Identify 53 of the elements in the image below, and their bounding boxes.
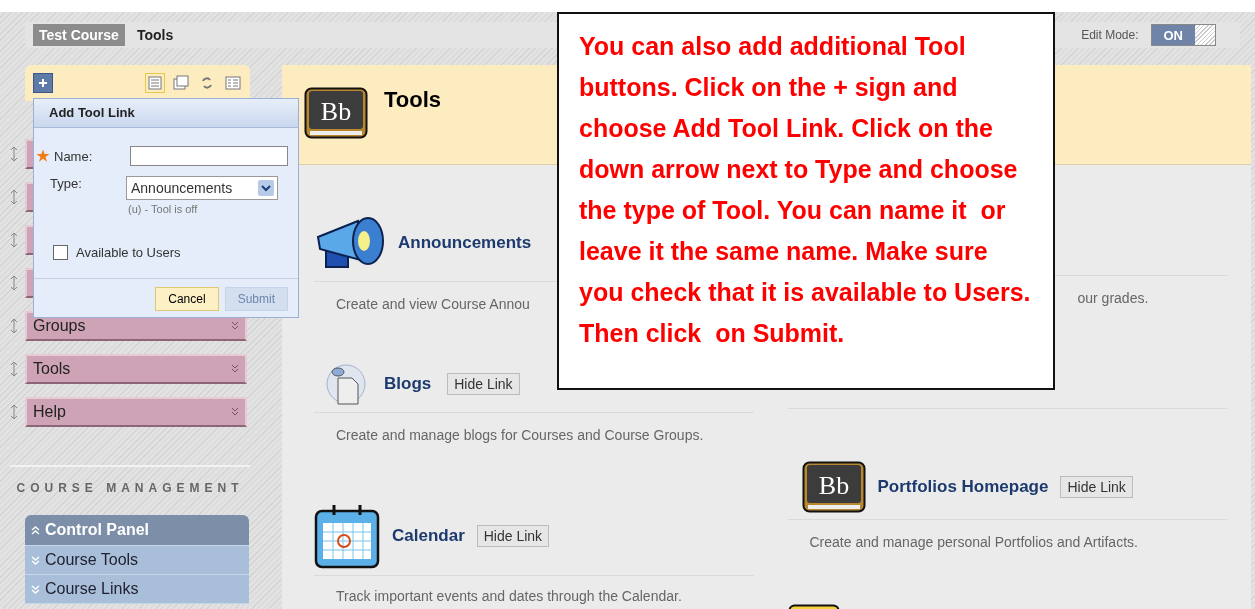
page-title: Tools xyxy=(384,87,442,113)
calendar-icon xyxy=(314,503,380,569)
edit-mode-toggle[interactable]: ON xyxy=(1150,24,1216,46)
menu-item[interactable]: Help xyxy=(25,397,247,427)
name-input-field[interactable] xyxy=(130,146,288,166)
blackboard-logo-icon: Bb xyxy=(304,87,368,139)
control-panel-item[interactable]: Course Links xyxy=(25,575,249,604)
tool-status-note: (u) - Tool is off xyxy=(127,203,199,215)
tool-description: Create and manage blogs for Courses and Course Groups. xyxy=(336,426,704,445)
cancel-button[interactable]: Cancel xyxy=(155,287,219,311)
available-checkbox[interactable] xyxy=(53,245,68,260)
menu-item[interactable]: Tools xyxy=(25,354,247,384)
page-breadcrumb: Tools xyxy=(136,27,174,43)
drag-handle-icon[interactable] xyxy=(10,317,18,335)
drag-handle-icon[interactable] xyxy=(10,145,18,163)
blackboard-logo-icon: Bb xyxy=(801,461,866,513)
control-panel-item[interactable]: Course Tools xyxy=(25,546,249,575)
grid-view-icon[interactable] xyxy=(224,74,242,92)
field-label: Name: xyxy=(54,148,94,164)
hide-link-button[interactable]: Hide Link xyxy=(1060,476,1133,498)
required-star-icon xyxy=(36,149,50,163)
plus-icon xyxy=(38,78,48,88)
drag-handle-icon[interactable] xyxy=(10,360,18,378)
chevron-down-icon[interactable] xyxy=(231,407,239,417)
drag-handle-icon[interactable] xyxy=(10,274,18,292)
tool-description: Track important events and dates through the Calendar. xyxy=(336,587,682,606)
hide-link-button[interactable]: Hide Link xyxy=(447,373,520,395)
tool-description: Create and view Course Annou xyxy=(336,295,530,314)
list-view-icon[interactable] xyxy=(146,74,164,92)
chevron-down-icon[interactable] xyxy=(231,321,239,331)
chevron-down-icon xyxy=(31,555,40,565)
pushpin-document-icon xyxy=(326,362,368,406)
checkbox-label: Available to Users xyxy=(76,245,181,260)
hide-link-button[interactable]: Hide Link xyxy=(476,525,550,547)
chevron-down-icon[interactable] xyxy=(231,364,239,374)
window-view-icon[interactable] xyxy=(172,74,190,92)
chevron-down-icon xyxy=(31,584,40,594)
chevron-up-icon xyxy=(31,525,40,535)
type-dropdown[interactable]: Announcements xyxy=(126,176,278,200)
add-menu-item-button[interactable] xyxy=(33,73,53,93)
drag-handle-icon[interactable] xyxy=(10,188,18,206)
instruction-callout: You can also add additional Tool buttons. Click on the + sign and choose Add Tool Link. Click on the down arrow next to Type and choose the type of Tool. You can name it or leave it the same name. Make sure you check that it is available to Users. Then click on Submit. xyxy=(557,12,1055,390)
edit-mode-label: Edit Mode: xyxy=(1081,28,1139,42)
section-heading: COURSE MANAGEMENT xyxy=(15,481,245,495)
tool-link[interactable]: Calendar xyxy=(392,526,465,546)
tool-link[interactable]: Blogs xyxy=(384,374,432,394)
tool-description: our grades. xyxy=(1077,289,1149,308)
tool-link[interactable]: Portfolios Homepage xyxy=(877,477,1049,497)
drag-handle-icon[interactable] xyxy=(10,231,18,249)
drag-handle-icon[interactable] xyxy=(10,403,18,421)
tool-description: Create and manage personal Portfolios and Artifacts. xyxy=(809,533,1138,552)
tool-link[interactable]: Announcements xyxy=(398,233,532,253)
field-label: Type: xyxy=(50,176,83,191)
